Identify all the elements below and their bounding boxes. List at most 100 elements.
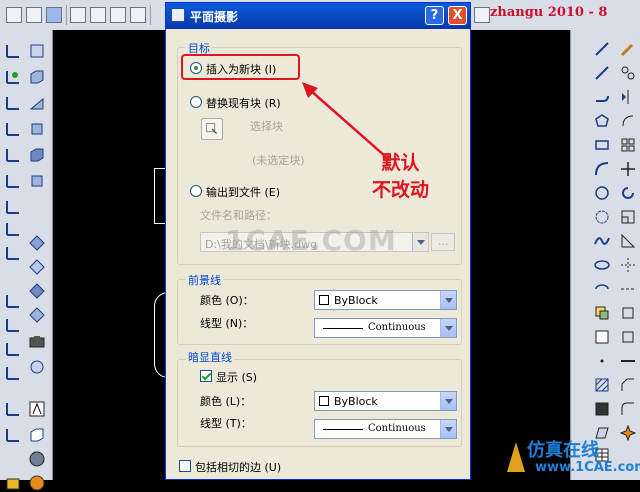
offset-icon[interactable]	[619, 112, 637, 130]
foreground-linetype-select[interactable]: Continuous	[314, 318, 457, 338]
construction-line-icon[interactable]	[593, 64, 611, 82]
ucs-z-icon[interactable]	[4, 340, 22, 358]
ucs-named-icon[interactable]	[4, 400, 22, 418]
pencil-icon[interactable]	[619, 40, 637, 58]
torus-icon[interactable]	[28, 234, 46, 252]
cut-icon[interactable]	[130, 7, 146, 23]
logo-mark-icon	[507, 442, 525, 472]
export-to-file-label[interactable]: 输出到文件 (E)	[206, 184, 280, 200]
ellipse-icon[interactable]	[593, 256, 611, 274]
browse-button[interactable]: ...	[431, 233, 455, 251]
break-point-icon[interactable]	[619, 304, 637, 322]
ellipse-arc-icon[interactable]	[593, 280, 611, 298]
material-icon[interactable]	[28, 474, 46, 492]
chevron-down-icon[interactable]	[440, 319, 456, 337]
ucs-apply-icon[interactable]	[4, 364, 22, 382]
obscured-linetype-select[interactable]: Continuous	[314, 419, 457, 439]
make-block-icon[interactable]	[593, 328, 611, 346]
orbit-icon[interactable]	[28, 358, 46, 376]
ucs-world-icon[interactable]	[4, 68, 22, 86]
open-file-icon[interactable]	[26, 7, 42, 23]
ucs-origin-icon[interactable]	[4, 198, 22, 216]
dialog-titlebar[interactable]: 平面摄影 ? X	[166, 3, 470, 29]
stretch-icon[interactable]	[619, 232, 637, 250]
point-icon[interactable]	[593, 352, 611, 370]
ucs-settings-icon[interactable]	[4, 426, 22, 444]
polygon-icon[interactable]	[593, 112, 611, 130]
camera-icon[interactable]	[28, 332, 46, 350]
export-to-file-radio[interactable]	[190, 185, 202, 197]
gradient-icon[interactable]	[593, 400, 611, 418]
properties-icon[interactable]	[474, 7, 490, 23]
ucs-view-icon[interactable]	[4, 172, 22, 190]
include-tangent-edges-checkbox[interactable]	[179, 460, 191, 472]
ucs-face-icon[interactable]	[4, 120, 22, 138]
revision-cloud-icon[interactable]	[593, 208, 611, 226]
ucs-x-icon[interactable]	[4, 292, 22, 310]
view-icon[interactable]	[28, 42, 46, 60]
sphere-icon[interactable]	[28, 172, 46, 190]
plot-preview-icon[interactable]	[90, 7, 106, 23]
ucs-zaxis-icon[interactable]	[4, 220, 22, 238]
hatch-icon[interactable]	[593, 376, 611, 394]
ucs-icon[interactable]	[4, 42, 22, 60]
break-icon[interactable]	[619, 328, 637, 346]
chevron-down-icon[interactable]	[412, 233, 428, 251]
copy-icon[interactable]	[619, 64, 637, 82]
rectangle-icon[interactable]	[593, 136, 611, 154]
close-button[interactable]: X	[448, 6, 467, 25]
publish-icon[interactable]	[110, 7, 126, 23]
planar-surface-icon[interactable]	[28, 282, 46, 300]
pyramid-icon[interactable]	[28, 258, 46, 276]
trim-icon[interactable]	[619, 256, 637, 274]
right-toolbar	[570, 30, 640, 480]
include-tangent-edges-label[interactable]: 包括相切的边 (U)	[195, 459, 281, 475]
extend-icon[interactable]	[619, 280, 637, 298]
show-label[interactable]: 显示 (S)	[216, 369, 257, 385]
render-icon[interactable]	[28, 450, 46, 468]
move-icon[interactable]	[619, 160, 637, 178]
ucs-3point-icon[interactable]	[4, 244, 22, 262]
spline-icon[interactable]	[593, 232, 611, 250]
ucs-previous-icon[interactable]	[4, 94, 22, 112]
new-file-icon[interactable]	[6, 7, 22, 23]
polyline-icon[interactable]	[593, 88, 611, 106]
select-block-button[interactable]	[201, 118, 223, 140]
fillet-icon[interactable]	[619, 400, 637, 418]
help-button[interactable]: ?	[425, 6, 444, 25]
mirror-icon[interactable]	[619, 88, 637, 106]
scale-icon[interactable]	[619, 208, 637, 226]
helix-icon[interactable]	[28, 306, 46, 324]
ucs-object-icon[interactable]	[4, 146, 22, 164]
chevron-down-icon[interactable]	[440, 420, 456, 438]
rotate-icon[interactable]	[619, 184, 637, 202]
chamfer-icon[interactable]	[619, 376, 637, 394]
annotation-line1: 默认	[381, 152, 420, 174]
box-icon[interactable]	[28, 68, 46, 86]
chevron-down-icon[interactable]	[440, 291, 456, 309]
wedge-icon[interactable]	[28, 94, 46, 112]
show-checkbox[interactable]	[200, 370, 212, 382]
line-icon[interactable]	[593, 40, 611, 58]
foreground-color-select[interactable]: ByBlock	[314, 290, 457, 310]
arc-icon[interactable]	[593, 160, 611, 178]
insert-block-icon[interactable]	[593, 304, 611, 322]
print-icon[interactable]	[70, 7, 86, 23]
linetype-preview	[323, 429, 363, 430]
join-icon[interactable]	[619, 352, 637, 370]
text-icon[interactable]	[28, 400, 46, 418]
replace-block-label[interactable]: 替换现有块 (R)	[206, 95, 281, 111]
cone-icon[interactable]	[28, 146, 46, 164]
extrude-icon[interactable]	[28, 426, 46, 444]
light-icon[interactable]	[4, 474, 22, 492]
replace-block-radio[interactable]	[190, 96, 202, 108]
app-icon	[171, 8, 185, 22]
ucs-y-icon[interactable]	[4, 316, 22, 334]
chevron-down-icon[interactable]	[440, 392, 456, 410]
cylinder-icon[interactable]	[28, 120, 46, 138]
array-icon[interactable]	[619, 136, 637, 154]
obscured-color-select[interactable]: ByBlock	[314, 391, 457, 411]
save-icon[interactable]	[46, 7, 62, 23]
left-toolbar	[0, 30, 53, 491]
circle-icon[interactable]	[593, 184, 611, 202]
